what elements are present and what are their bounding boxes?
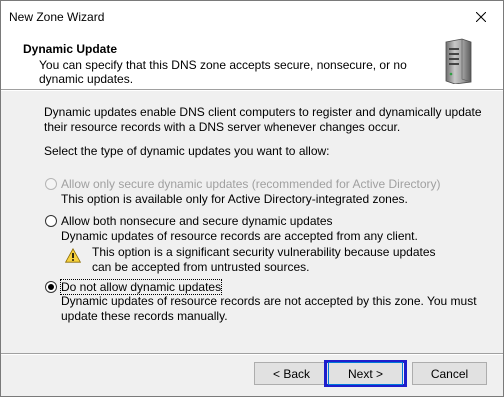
- option-no-dynamic-updates[interactable]: Do not allow dynamic updates: [45, 279, 223, 295]
- radio-no-dynamic-updates[interactable]: [45, 281, 57, 293]
- radio-nonsecure-and-secure[interactable]: [45, 215, 57, 227]
- window-title: New Zone Wizard: [9, 10, 105, 24]
- header-divider: [1, 89, 503, 91]
- back-button[interactable]: < Back: [254, 362, 329, 385]
- option-no-dynamic-updates-description: Dynamic updates of resource records are …: [61, 294, 477, 323]
- cancel-button[interactable]: Cancel: [412, 362, 487, 385]
- option-nonsecure-and-secure-description: Dynamic updates of resource records are …: [61, 229, 418, 243]
- close-icon: [476, 11, 486, 22]
- server-icon: [445, 38, 472, 84]
- wizard-window: New Zone Wizard Dynamic Update You can s…: [0, 0, 504, 397]
- wizard-header: Dynamic Update You can specify that this…: [1, 32, 503, 89]
- prompt-text: Select the type of dynamic updates you w…: [44, 144, 330, 158]
- intro-text: Dynamic updates enable DNS client comput…: [44, 105, 482, 134]
- option-secure-only-label: Allow only secure dynamic updates (recom…: [61, 177, 441, 191]
- footer-divider: [1, 353, 503, 355]
- radio-secure-only[interactable]: [45, 178, 57, 190]
- option-nonsecure-and-secure-label: Allow both nonsecure and secure dynamic …: [61, 214, 333, 228]
- option-nonsecure-and-secure[interactable]: Allow both nonsecure and secure dynamic …: [45, 214, 333, 228]
- option-secure-only-description: This option is available only for Active…: [61, 192, 408, 206]
- close-button[interactable]: [459, 1, 503, 32]
- page-description: You can specify that this DNS zone accep…: [39, 58, 407, 86]
- option-secure-only[interactable]: Allow only secure dynamic updates (recom…: [45, 177, 441, 191]
- page-title: Dynamic Update: [23, 42, 118, 56]
- warning-text: This option is a significant security vu…: [92, 245, 436, 274]
- option-no-dynamic-updates-label: Do not allow dynamic updates: [59, 279, 223, 295]
- warning-icon: [65, 248, 81, 263]
- title-bar: New Zone Wizard: [1, 1, 503, 32]
- next-button[interactable]: Next >: [328, 362, 403, 385]
